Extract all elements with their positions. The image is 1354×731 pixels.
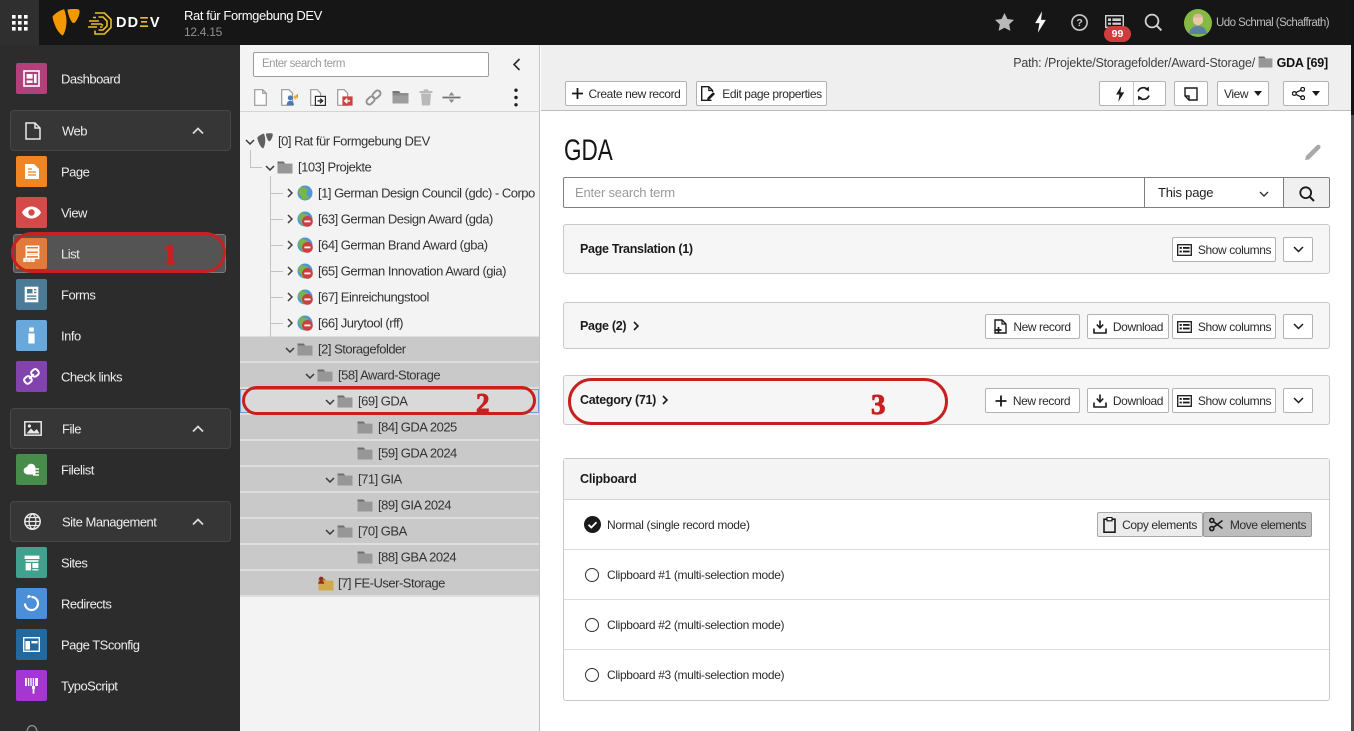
svg-text:?: ?	[1076, 17, 1082, 29]
